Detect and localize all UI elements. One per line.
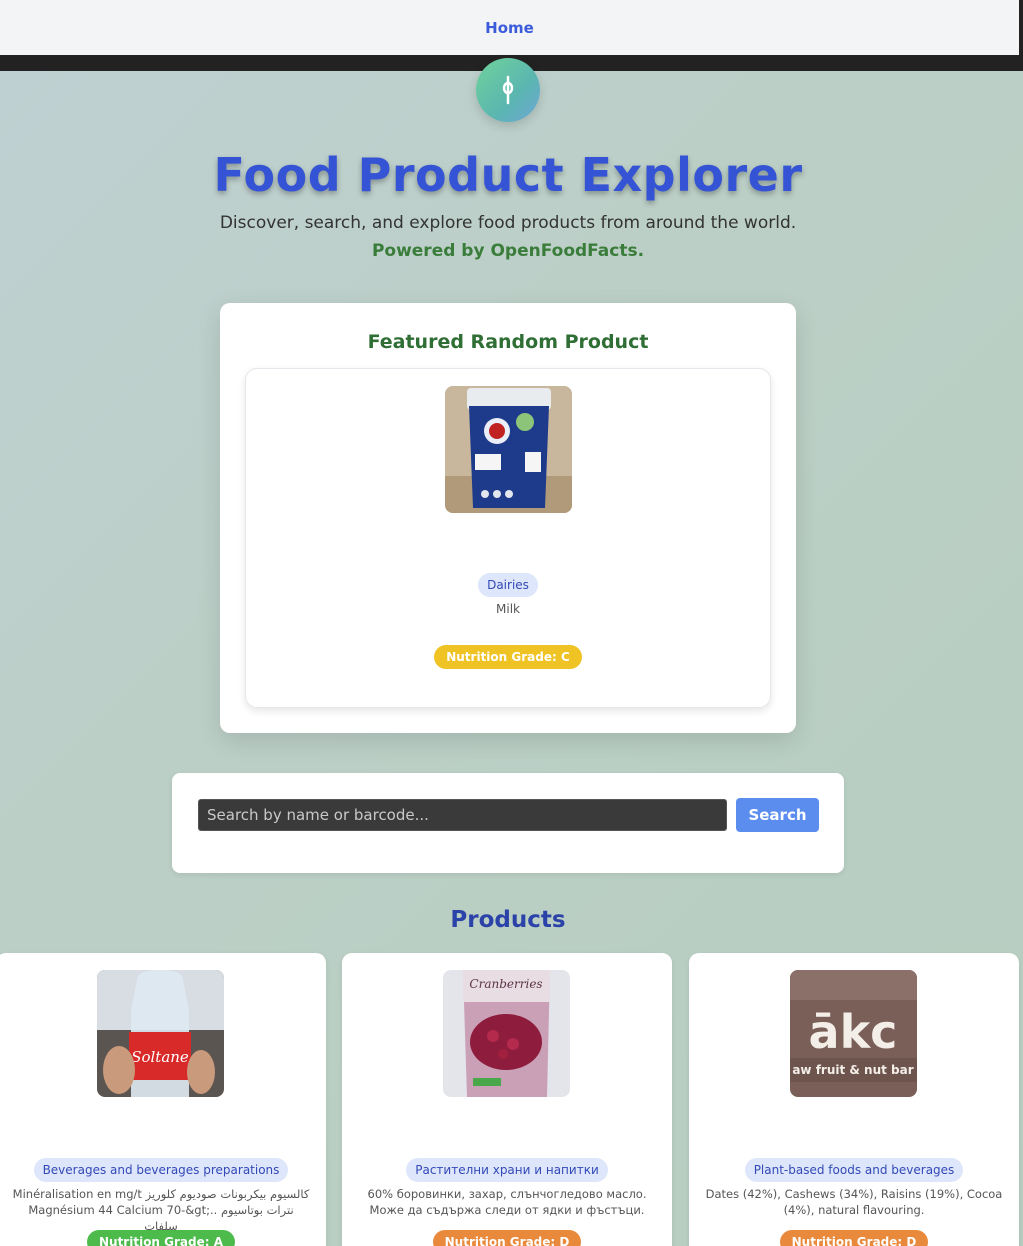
product-description: Milk [496,602,520,616]
category-badge: Beverages and beverages preparations [33,1158,289,1182]
product-card[interactable]: Soltane Beverages and beverages preparat… [0,953,326,1246]
category-badge: Dairies [478,573,538,597]
powered-by-link[interactable]: Powered by OpenFoodFacts. [372,241,644,261]
search-form: Search [172,773,844,873]
featured-section: Featured Random Product Dairies Milk Nut… [220,303,796,733]
product-image [445,386,572,513]
page-subtitle: Discover, search, and explore food produ… [180,209,836,265]
product-card[interactable]: Cranberries Растителни храни и напитки 6… [342,953,672,1246]
svg-text:ākc: ākc [809,1005,898,1059]
product-description: Dates (42%), Cashews (34%), Raisins (19%… [705,1187,1003,1217]
products-heading: Products [450,907,566,933]
fork-icon [502,75,514,105]
product-image: Cranberries [443,970,570,1097]
nav-home-link[interactable]: Home [485,19,534,37]
product-description: Minéralisation en mg/t كالسيوم بيكربونات… [12,1187,310,1233]
app-logo [476,58,540,122]
category-badge: Растителни храни и напитки [406,1158,608,1182]
page-title: Food Product Explorer [213,148,803,202]
product-image: Soltane [97,970,224,1097]
search-button[interactable]: Search [736,798,819,832]
window-edge [1019,0,1023,55]
product-card[interactable]: ākc aw fruit & nut bar Plant-based foods… [689,953,1019,1246]
subtitle-text: Discover, search, and explore food produ… [219,213,797,233]
category-badge: Plant-based foods and beverages [744,1158,964,1182]
svg-text:Soltane: Soltane [131,1048,189,1066]
svg-text:aw fruit & nut bar: aw fruit & nut bar [792,1063,913,1077]
top-nav: Home [0,0,1019,55]
nutrition-grade-badge: Nutrition Grade: C [434,645,582,669]
product-image: ākc aw fruit & nut bar [790,970,917,1097]
svg-text:Cranberries: Cranberries [469,977,542,991]
nutrition-grade-badge: Nutrition Grade: D [432,1230,582,1246]
nutrition-grade-badge: Nutrition Grade: A [86,1230,236,1246]
search-input[interactable] [198,799,727,831]
nutrition-grade-badge: Nutrition Grade: D [779,1230,929,1246]
product-description: 60% боровинки, захар, слънчогледово масл… [367,1187,647,1217]
featured-heading: Featured Random Product [367,331,649,353]
featured-product-card[interactable]: Dairies Milk Nutrition Grade: C [245,368,771,708]
